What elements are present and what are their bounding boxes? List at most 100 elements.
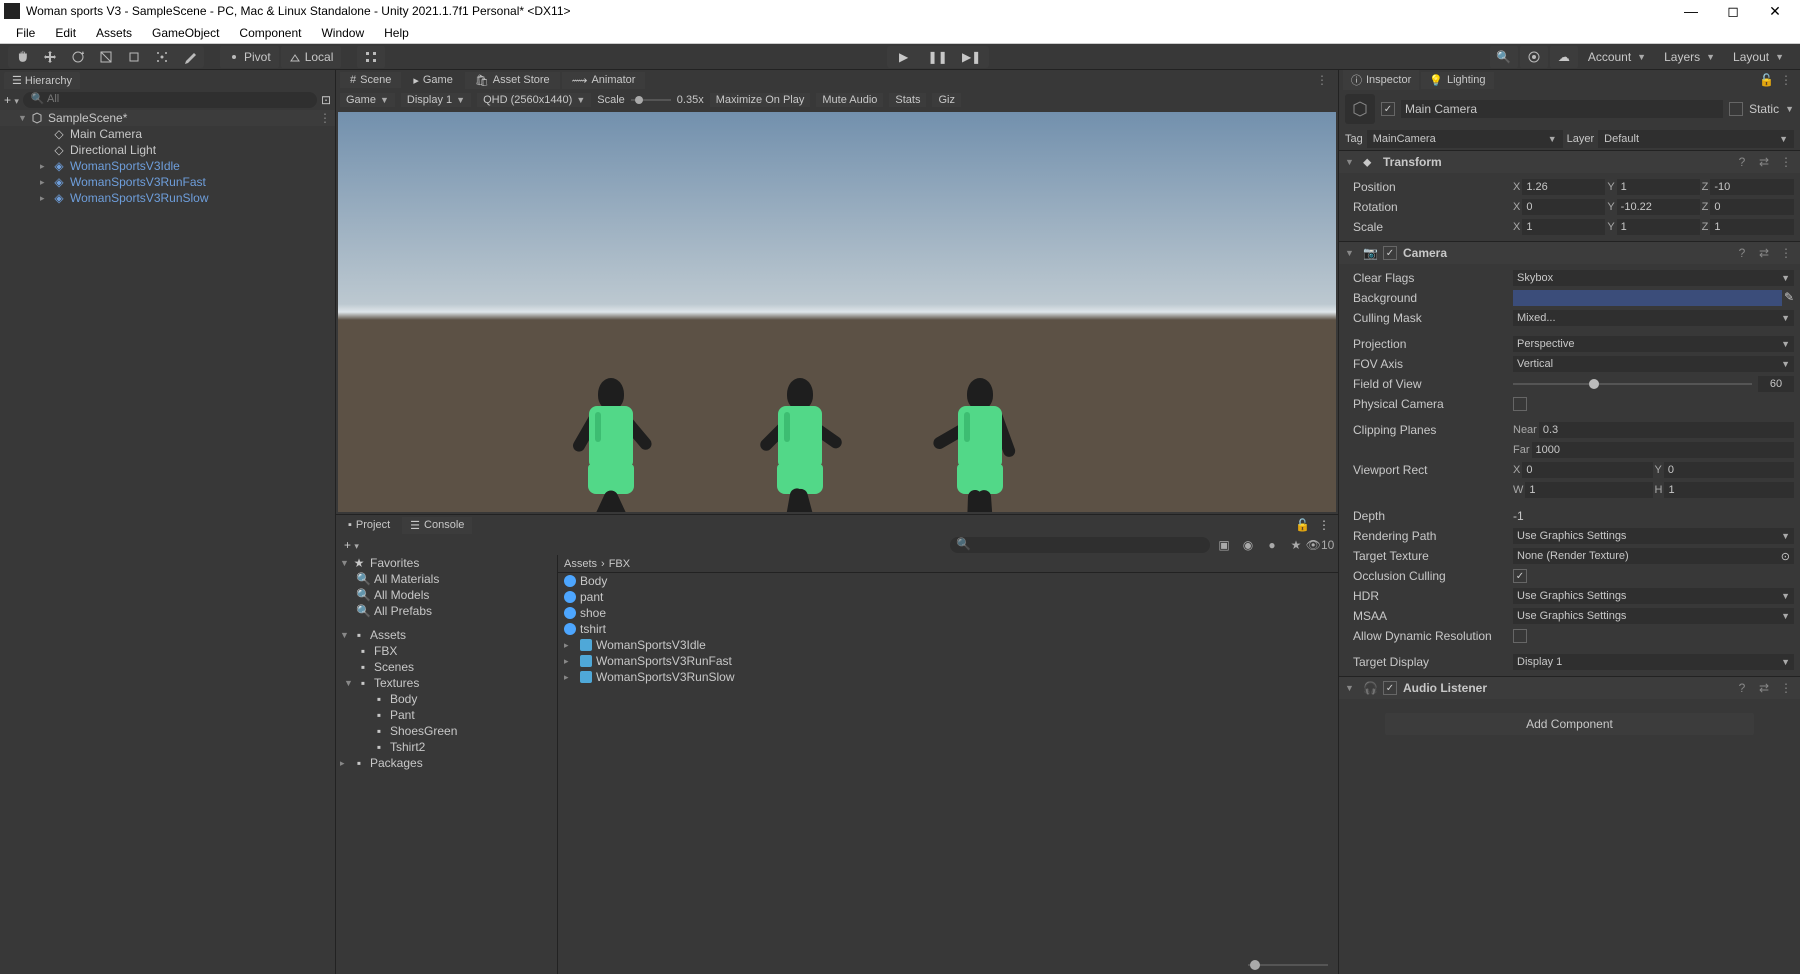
fov-slider[interactable]: 60 xyxy=(1513,376,1794,392)
game-view-dropdown[interactable]: Game▼ xyxy=(340,93,395,107)
collab-button[interactable] xyxy=(1520,46,1548,68)
background-color[interactable] xyxy=(1513,290,1782,306)
favorites-header[interactable]: ▼★Favorites xyxy=(336,555,557,571)
layout-dropdown[interactable]: Layout▼ xyxy=(1725,46,1792,68)
viewport-w[interactable]: 1 xyxy=(1525,482,1652,498)
help-icon[interactable]: ? xyxy=(1734,681,1750,695)
minimize-button[interactable]: ― xyxy=(1670,3,1712,19)
file-runfast[interactable]: ▸WomanSportsV3RunFast xyxy=(558,653,1338,669)
pause-button[interactable]: ❚❚ xyxy=(921,46,955,68)
tab-inspector[interactable]: ⓘ Inspector xyxy=(1343,70,1419,90)
lock-icon[interactable]: 🔓 xyxy=(1759,73,1774,87)
menu-icon[interactable]: ⋮ xyxy=(1778,246,1794,260)
menu-help[interactable]: Help xyxy=(374,24,419,42)
physical-camera-checkbox[interactable] xyxy=(1513,397,1527,411)
viewport-x[interactable]: 0 xyxy=(1522,462,1652,478)
help-icon[interactable]: ? xyxy=(1734,155,1750,169)
filter-type-button[interactable]: ▣ xyxy=(1214,536,1234,554)
folder-tshirt2[interactable]: ▪Tshirt2 xyxy=(336,739,557,755)
breadcrumb-assets[interactable]: Assets xyxy=(564,558,597,570)
preset-icon[interactable]: ⇄ xyxy=(1756,246,1772,260)
tab-game[interactable]: ▸ Game xyxy=(403,72,463,89)
hierarchy-search[interactable]: 🔍 All xyxy=(23,92,317,108)
close-button[interactable]: ✕ xyxy=(1754,3,1796,20)
transform-header[interactable]: ▼⬥ Transform ? ⇄ ⋮ xyxy=(1339,151,1800,173)
menu-gameobject[interactable]: GameObject xyxy=(142,24,229,42)
folder-textures[interactable]: ▼▪Textures xyxy=(336,675,557,691)
inspector-menu-icon[interactable]: ⋮ xyxy=(1776,73,1796,87)
position-x[interactable]: 1.26 xyxy=(1522,179,1605,195)
custom-tool[interactable] xyxy=(176,46,204,68)
scale-z[interactable]: 1 xyxy=(1710,219,1794,235)
rotation-y[interactable]: -10.22 xyxy=(1617,199,1700,215)
hidden-count[interactable]: 👁10 xyxy=(1310,536,1330,554)
local-toggle[interactable]: Local xyxy=(281,46,342,68)
save-search-button[interactable]: ★ xyxy=(1286,536,1306,554)
menu-icon[interactable]: ⋮ xyxy=(1778,681,1794,695)
hierarchy-item-light[interactable]: ◇Directional Light xyxy=(0,142,335,158)
packages-folder[interactable]: ▸▪Packages xyxy=(336,755,557,771)
rotation-z[interactable]: 0 xyxy=(1710,199,1794,215)
account-dropdown[interactable]: Account▼ xyxy=(1580,46,1654,68)
assets-folder[interactable]: ▼▪Assets xyxy=(336,627,557,643)
fav-prefabs[interactable]: 🔍All Prefabs xyxy=(336,603,557,619)
preset-icon[interactable]: ⇄ xyxy=(1756,681,1772,695)
hierarchy-context-icon[interactable]: ⊡ xyxy=(321,93,331,107)
folder-fbx[interactable]: ▪FBX xyxy=(336,643,557,659)
file-tshirt[interactable]: tshirt xyxy=(558,621,1338,637)
cloud-button[interactable]: ☁ xyxy=(1550,46,1578,68)
step-button[interactable]: ▶❚ xyxy=(955,46,989,68)
snap-button[interactable] xyxy=(357,46,385,68)
msaa-dropdown[interactable]: Use Graphics Settings▼ xyxy=(1513,608,1794,624)
scale-tool[interactable] xyxy=(92,46,120,68)
mute-audio[interactable]: Mute Audio xyxy=(816,93,883,107)
tab-scene[interactable]: # Scene xyxy=(340,72,401,88)
preset-icon[interactable]: ⇄ xyxy=(1756,155,1772,169)
folder-body[interactable]: ▪Body xyxy=(336,691,557,707)
rotation-x[interactable]: 0 xyxy=(1522,199,1605,215)
breadcrumb-fbx[interactable]: FBX xyxy=(609,558,630,570)
tab-menu-icon[interactable]: ⋮ xyxy=(1316,73,1334,87)
hierarchy-item-camera[interactable]: ◇Main Camera xyxy=(0,126,335,142)
tab-project[interactable]: ▪ Project xyxy=(340,517,398,533)
hierarchy-tab[interactable]: ☰ Hierarchy xyxy=(4,72,80,89)
file-pant[interactable]: pant xyxy=(558,589,1338,605)
file-shoe[interactable]: shoe xyxy=(558,605,1338,621)
gizmos-button[interactable]: Giz xyxy=(932,93,961,107)
scale-y[interactable]: 1 xyxy=(1617,219,1700,235)
audio-enabled[interactable] xyxy=(1383,681,1397,695)
projection-dropdown[interactable]: Perspective▼ xyxy=(1513,336,1794,352)
scale-x[interactable]: 1 xyxy=(1522,219,1605,235)
target-texture-field[interactable]: None (Render Texture)⊙ xyxy=(1513,548,1794,564)
dynamic-res-checkbox[interactable] xyxy=(1513,629,1527,643)
depth-field[interactable]: -1 xyxy=(1513,509,1794,523)
fav-models[interactable]: 🔍All Models xyxy=(336,587,557,603)
eyedropper-icon[interactable]: ✎ xyxy=(1784,290,1794,306)
fav-materials[interactable]: 🔍All Materials xyxy=(336,571,557,587)
hierarchy-item-runslow[interactable]: ▸◈WomanSportsV3RunSlow xyxy=(0,190,335,206)
game-viewport[interactable] xyxy=(338,112,1336,512)
menu-edit[interactable]: Edit xyxy=(45,24,86,42)
tab-menu-icon[interactable]: ⋮ xyxy=(1314,518,1334,532)
viewport-h[interactable]: 1 xyxy=(1664,482,1794,498)
filter-fav-button[interactable]: ● xyxy=(1262,536,1282,554)
active-checkbox[interactable] xyxy=(1381,102,1395,116)
play-button[interactable]: ▶ xyxy=(887,46,921,68)
hierarchy-item-runfast[interactable]: ▸◈WomanSportsV3RunFast xyxy=(0,174,335,190)
folder-pant[interactable]: ▪Pant xyxy=(336,707,557,723)
create-dropdown[interactable]: + ▾ xyxy=(4,93,19,107)
gameobject-icon[interactable] xyxy=(1345,94,1375,124)
create-asset-dropdown[interactable]: + ▾ xyxy=(344,538,359,552)
folder-scenes[interactable]: ▪Scenes xyxy=(336,659,557,675)
move-tool[interactable] xyxy=(36,46,64,68)
search-button[interactable]: 🔍 xyxy=(1490,46,1518,68)
layer-dropdown[interactable]: Default▼ xyxy=(1598,130,1794,148)
clear-flags-dropdown[interactable]: Skybox▼ xyxy=(1513,270,1794,286)
near-field[interactable]: 0.3 xyxy=(1539,422,1794,438)
hierarchy-item-idle[interactable]: ▸◈WomanSportsV3Idle xyxy=(0,158,335,174)
display-dropdown[interactable]: Display 1▼ xyxy=(401,93,471,107)
help-icon[interactable]: ? xyxy=(1734,246,1750,260)
position-z[interactable]: -10 xyxy=(1710,179,1794,195)
scene-row[interactable]: ▼ SampleScene* ⋮ xyxy=(0,110,335,126)
lock-icon[interactable]: 🔓 xyxy=(1295,518,1310,532)
